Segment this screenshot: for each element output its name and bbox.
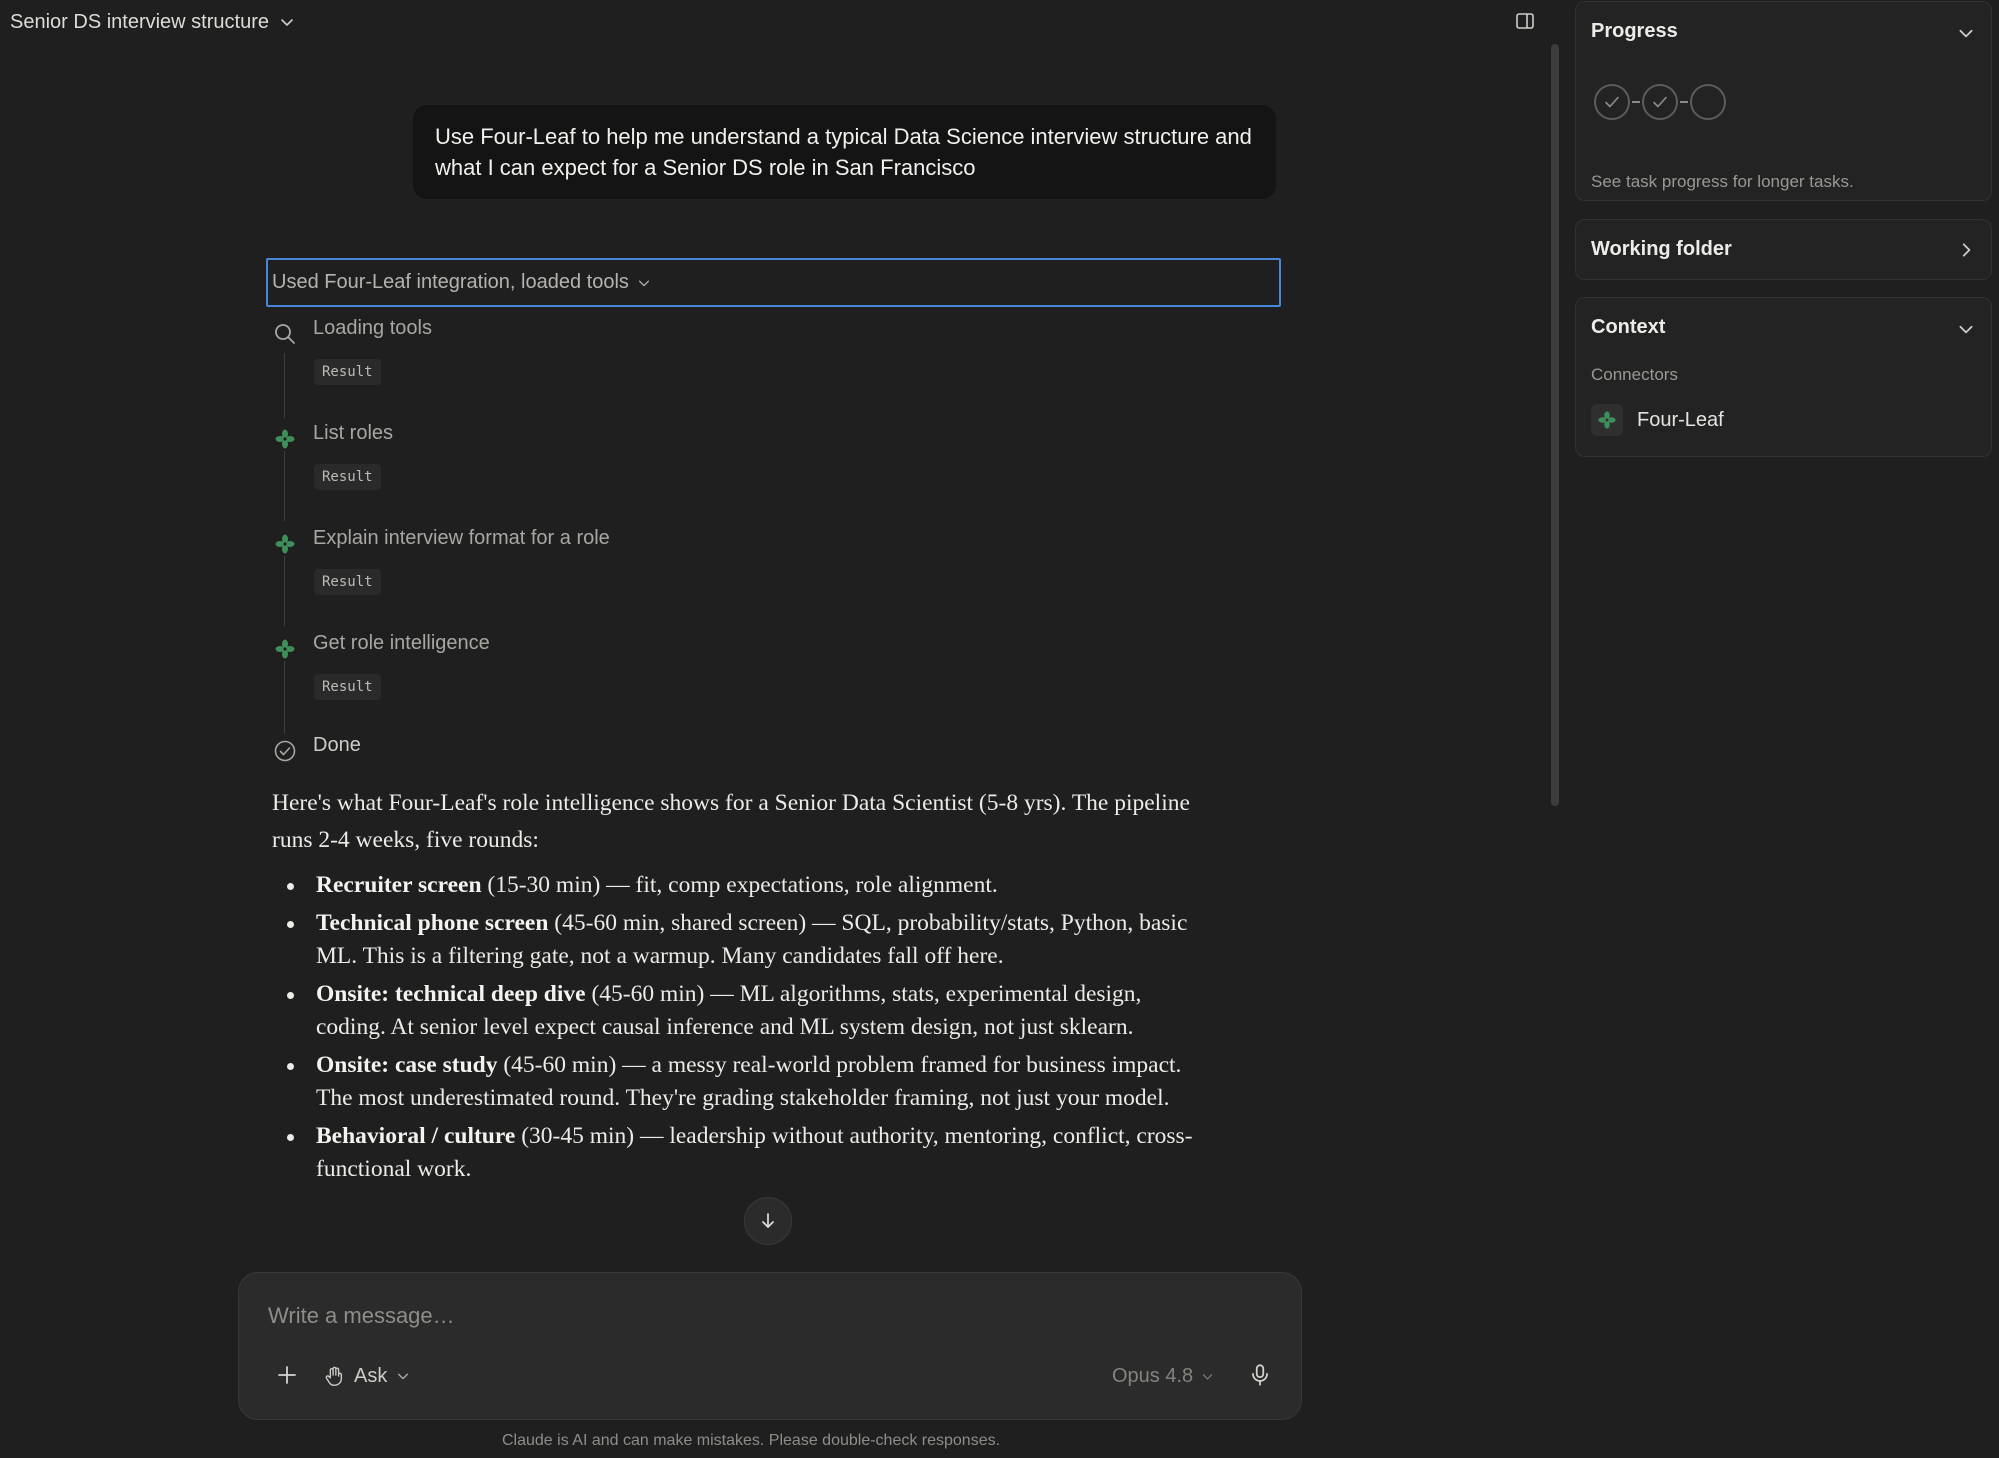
tool-step-done: Done [270, 730, 970, 770]
assistant-message: Here's what Four-Leaf's role intelligenc… [272, 785, 1212, 1191]
voice-input-button[interactable] [1247, 1362, 1275, 1390]
context-panel: Context Connectors Four-Leaf [1575, 297, 1992, 457]
mode-selector[interactable]: Ask [323, 1361, 410, 1391]
tools-summary-label: Used Four-Leaf integration, loaded tools [272, 271, 629, 293]
step-pending-icon [1690, 84, 1726, 120]
tool-step: Explain interview format for a role Resu… [270, 523, 970, 613]
message-composer: Write a message… Ask Opus 4.8 [238, 1272, 1302, 1420]
list-item: Technical phone screen (45-60 min, share… [272, 907, 1212, 973]
chevron-down-icon [1201, 1370, 1214, 1383]
tool-result-button[interactable]: Result [314, 464, 381, 490]
list-item: Onsite: case study (45-60 min) — a messy… [272, 1049, 1212, 1115]
chevron-down-icon[interactable] [1957, 320, 1975, 338]
model-selector[interactable]: Opus 4.8 [1112, 1361, 1214, 1391]
chevron-right-icon [1957, 241, 1975, 259]
disclaimer: Claude is AI and can make mistakes. Plea… [502, 1432, 1001, 1449]
hand-icon [323, 1365, 345, 1387]
tool-timeline: Loading tools Result List roles Result E… [270, 313, 1170, 763]
rounds-list: Recruiter screen (15-30 min) — fit, comp… [272, 869, 1212, 1186]
tool-step-label: Explain interview format for a role [313, 527, 610, 549]
step-complete-icon [1594, 84, 1630, 120]
conversation-title-menu[interactable]: Senior DS interview structure [10, 8, 295, 36]
four-leaf-icon [272, 426, 298, 452]
sidebar-toggle-icon[interactable] [1515, 11, 1537, 33]
microphone-icon [1247, 1362, 1275, 1388]
progress-panel: Progress See task progress for longer ta… [1575, 1, 1992, 201]
chevron-down-icon[interactable] [1957, 24, 1975, 42]
list-item: Onsite: technical deep dive (45-60 min) … [272, 978, 1212, 1044]
mode-label: Ask [354, 1364, 388, 1387]
connector-name: Four-Leaf [1637, 408, 1724, 431]
plus-icon [275, 1363, 301, 1387]
round-title: Behavioral / culture [316, 1123, 516, 1149]
four-leaf-icon [272, 531, 298, 557]
list-item: Recruiter screen (15-30 min) — fit, comp… [272, 869, 1212, 902]
tools-summary-toggle[interactable]: Used Four-Leaf integration, loaded tools [266, 258, 1281, 307]
progress-steps [1594, 84, 1726, 120]
step-connector [1680, 101, 1688, 103]
chevron-down-icon [396, 1369, 410, 1383]
tool-step: Loading tools Result [270, 313, 970, 403]
round-title: Technical phone screen [316, 910, 549, 936]
model-label: Opus 4.8 [1112, 1364, 1194, 1387]
add-attachment-button[interactable] [275, 1363, 301, 1389]
connector-item[interactable]: Four-Leaf [1591, 404, 1724, 436]
conversation-title: Senior DS interview structure [10, 10, 269, 33]
list-item: Behavioral / culture (30-45 min) — leade… [272, 1120, 1212, 1186]
tool-step-label: List roles [313, 422, 394, 444]
search-icon [272, 321, 298, 347]
chevron-down-icon [637, 276, 651, 290]
round-detail: (15-30 min) — fit, comp expectations, ro… [481, 872, 998, 898]
tool-step: Get role intelligence Result [270, 628, 970, 718]
tool-step: List roles Result [270, 418, 970, 508]
message-input[interactable]: Write a message… [268, 1303, 1168, 1335]
chevron-down-icon [279, 14, 295, 30]
progress-hint: See task progress for longer tasks. [1591, 172, 1854, 191]
connectors-label: Connectors [1591, 365, 1678, 384]
progress-title: Progress [1591, 20, 1678, 42]
answer-intro: Here's what Four-Leaf's role intelligenc… [272, 790, 1190, 853]
tool-result-button[interactable]: Result [314, 674, 381, 700]
round-title: Onsite: technical deep dive [316, 981, 586, 1007]
step-complete-icon [1642, 84, 1678, 120]
check-circle-icon [272, 738, 298, 764]
four-leaf-icon [272, 636, 298, 662]
tool-result-button[interactable]: Result [314, 359, 381, 385]
user-message: Use Four-Leaf to help me understand a ty… [413, 105, 1276, 199]
four-leaf-icon [1591, 404, 1623, 436]
round-title: Onsite: case study [316, 1052, 498, 1078]
step-connector [1632, 101, 1640, 103]
arrow-down-icon [758, 1211, 778, 1231]
scroll-to-bottom-button[interactable] [744, 1197, 792, 1245]
round-title: Recruiter screen [316, 872, 482, 898]
done-label: Done [313, 734, 361, 756]
working-folder-panel[interactable]: Working folder [1575, 219, 1992, 280]
context-title: Context [1591, 316, 1666, 338]
tool-step-label: Loading tools [313, 317, 432, 339]
working-folder-title: Working folder [1591, 238, 1732, 260]
tool-result-button[interactable]: Result [314, 569, 381, 595]
tool-step-label: Get role intelligence [313, 632, 490, 654]
chat-scrollbar[interactable] [1551, 44, 1559, 806]
